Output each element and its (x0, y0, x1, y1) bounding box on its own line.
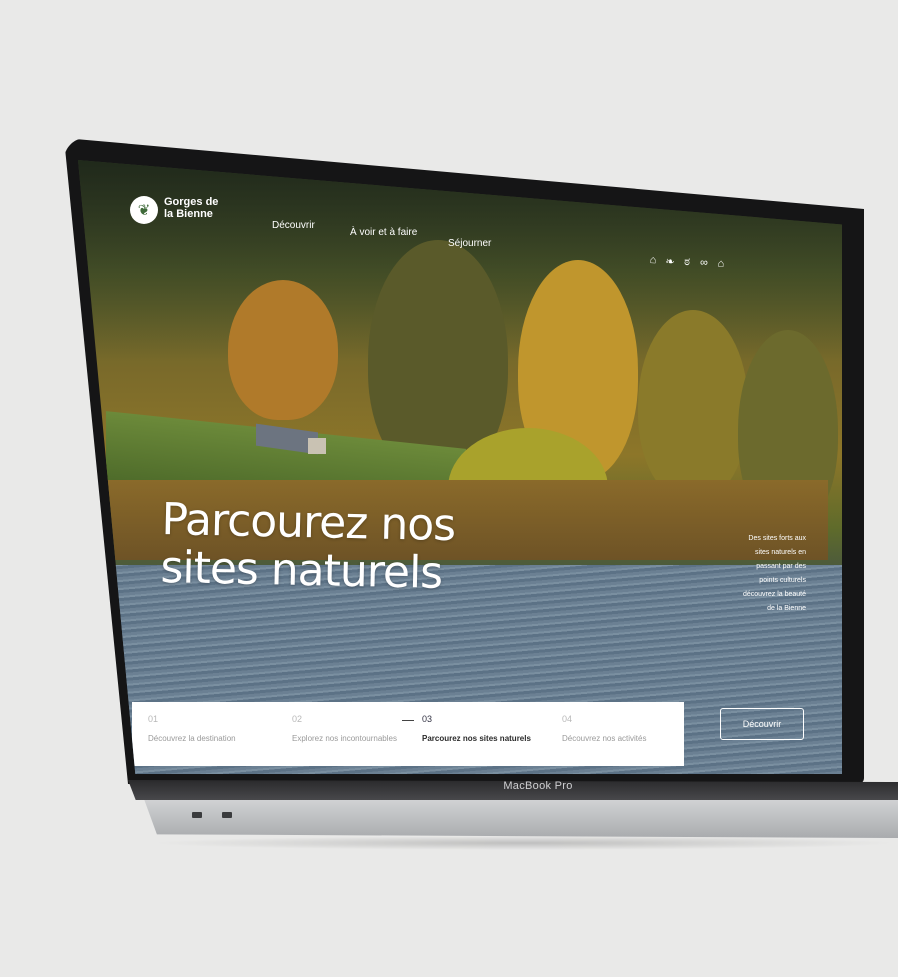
home-icon[interactable]: ⌂ (716, 258, 727, 272)
step-number: 03 (422, 714, 433, 724)
step-number: 04 (562, 714, 573, 724)
brand-line-1: Gorges de (164, 196, 219, 208)
nav-item-decouvrir[interactable]: Découvrir (272, 220, 315, 231)
hero-side-text-line: passant par des (756, 563, 806, 570)
hero-image-tree (228, 280, 338, 420)
active-step-indicator (402, 720, 414, 721)
binoculars-icon[interactable]: ∞ (699, 257, 710, 271)
website-screen: ❦ Gorges de la Bienne Découvrir À voir e… (78, 160, 842, 774)
section-stepper: 01 Découvrez la destination 02 Explorez … (132, 702, 684, 766)
hero-title: Parcourez nos sites naturels (159, 494, 456, 599)
step-item-active[interactable]: 03 Parcourez nos sites naturels (422, 714, 562, 743)
step-item[interactable]: 02 Explorez nos incontournables (292, 714, 432, 743)
step-number: 02 (292, 714, 303, 724)
usb-port-icon (222, 812, 232, 818)
brand-logo[interactable]: ❦ (130, 196, 158, 224)
mockup-stage: MacBook Pro ❦ Gorges de la Bienne Découv… (0, 0, 898, 977)
device-model-label: MacBook Pro (503, 780, 573, 792)
hero-side-text-line: points culturels (759, 577, 806, 584)
discover-button[interactable]: Découvrir (720, 708, 804, 740)
laptop-shadow (150, 836, 898, 850)
hero-side-text-line: sites naturels en (755, 549, 806, 556)
step-label: Découvrez la destination (148, 734, 236, 743)
brand-line-2: la Bienne (164, 208, 213, 220)
usb-port-icon (192, 812, 202, 818)
step-item[interactable]: 04 Découvrez nos activités (562, 714, 702, 743)
hero-side-text-line: Des sites forts aux (748, 535, 806, 542)
leaf-icon[interactable]: ❧ (665, 255, 676, 269)
hero-side-text: Des sites forts aux sites naturels en pa… (696, 532, 806, 616)
brand-name[interactable]: Gorges de la Bienne (164, 196, 218, 220)
step-number: 01 (148, 714, 159, 724)
step-label: Parcourez nos sites naturels (422, 734, 531, 743)
step-label: Découvrez nos activités (562, 734, 647, 743)
building-icon[interactable]: ⌂ (648, 254, 659, 268)
nav-item-sejourner[interactable]: Séjourner (448, 238, 491, 249)
bike-icon[interactable]: ಠ (682, 256, 693, 270)
step-item[interactable]: 01 Découvrez la destination (148, 714, 288, 743)
hero-title-line-2: sites naturels (159, 541, 443, 599)
hero-side-text-line: découvrez la beauté (742, 591, 806, 598)
hero-image-cabin-wall (308, 438, 326, 454)
step-label: Explorez nos incontournables (292, 734, 397, 743)
nav-item-voir-faire[interactable]: À voir et à faire (350, 227, 417, 238)
hero-image-tree (638, 310, 748, 500)
hero-side-text-line: de la Bienne (767, 605, 806, 612)
